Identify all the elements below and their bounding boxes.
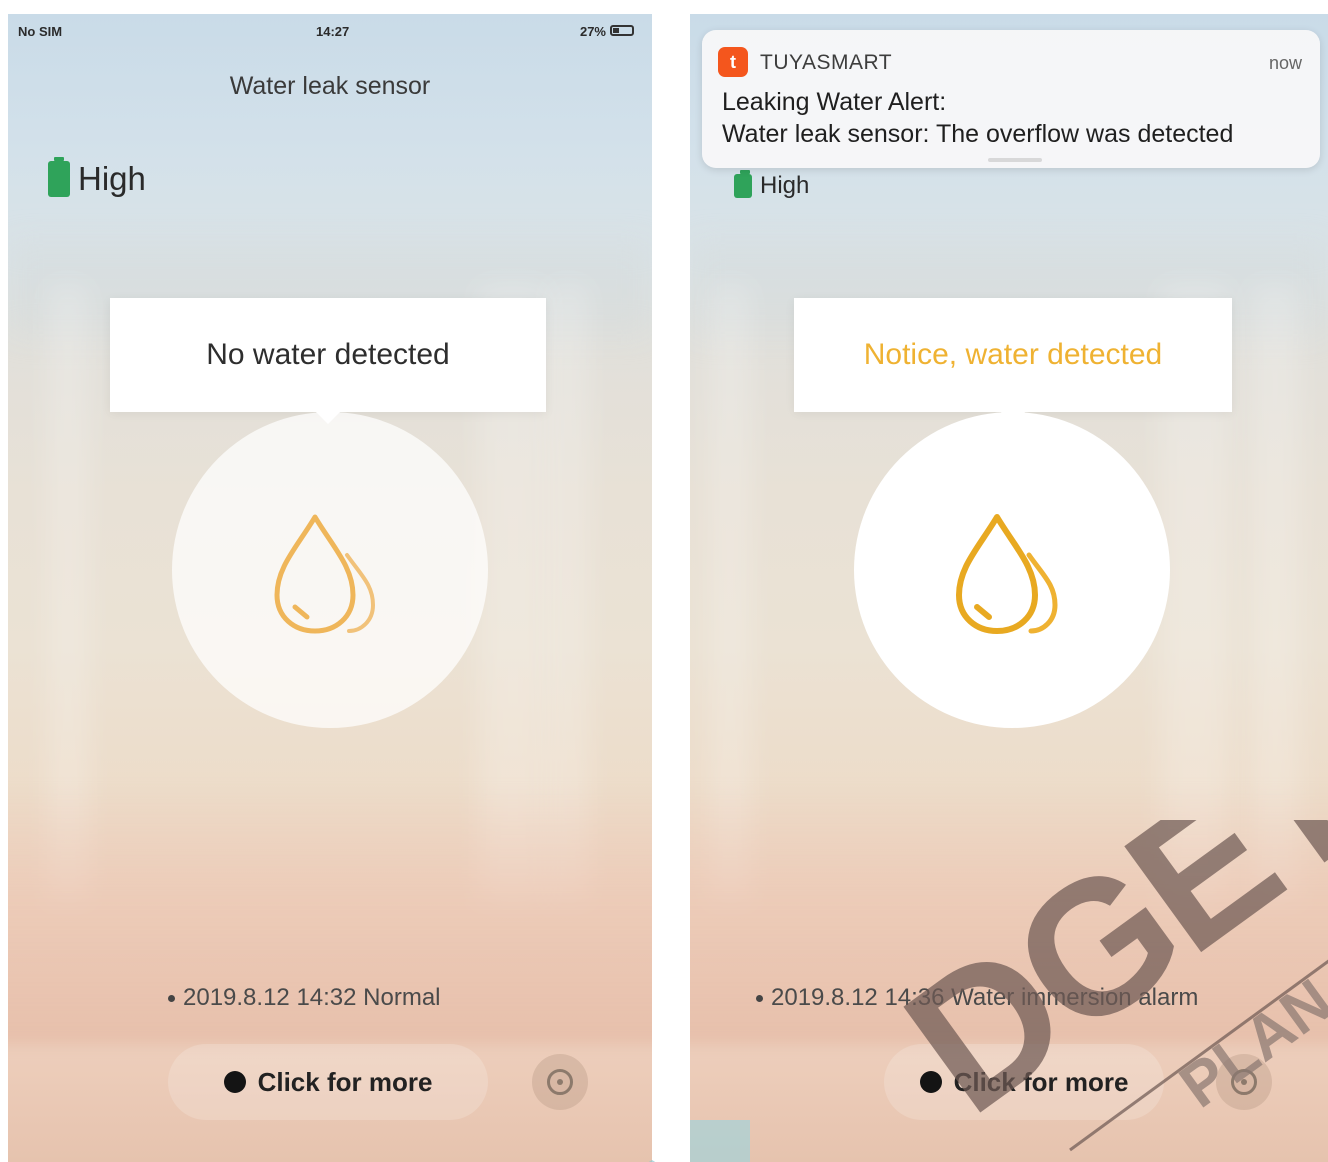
bullet-dot [168, 995, 175, 1003]
battery-level-label: High [760, 172, 810, 199]
status-message: No water detected [206, 338, 450, 371]
battery-level-icon [48, 157, 70, 197]
battery-level: High [734, 170, 810, 200]
click-for-more-button[interactable]: Click for more [884, 1044, 1164, 1120]
notification-app-name: TUYASMART [760, 51, 893, 74]
status-bubble: No water detected [110, 298, 546, 424]
phone-screen-normal: No SIM 14:27 27% Water leak sensor High … [8, 14, 652, 1162]
status-circle [172, 412, 488, 728]
notification-message: Water leak sensor: The overflow was dete… [722, 120, 1234, 148]
tuyasmart-app-icon: t [718, 47, 748, 77]
clock: 14:27 [316, 24, 350, 39]
status-bar: No SIM 14:27 27% [18, 22, 634, 42]
water-drops-icon [956, 514, 1058, 634]
carrier-label: No SIM [18, 24, 63, 39]
latest-record: 2019.8.12 14:32 Normal [168, 984, 441, 1012]
settings-button[interactable] [1216, 1054, 1272, 1110]
notification-time: now [1268, 53, 1302, 73]
push-notification[interactable]: t TUYASMART now Leaking Water Alert: Wat… [702, 30, 1320, 168]
status-circle [854, 412, 1170, 728]
battery-icon [610, 25, 634, 36]
record-text: 2019.8.12 14:32 Normal [183, 984, 441, 1011]
status-message: Notice, water detected [863, 338, 1163, 371]
settings-icon [547, 1069, 573, 1095]
click-for-more-label: Click for more [953, 1066, 1129, 1097]
screenshot-stage: No SIM 14:27 27% Water leak sensor High … [0, 0, 1328, 1162]
water-drops-icon [274, 514, 376, 634]
settings-icon [1231, 1069, 1257, 1095]
battery-level-icon [734, 170, 752, 198]
notification-headline: Leaking Water Alert: [722, 88, 947, 116]
info-dot-icon [919, 1071, 942, 1093]
battery-level: High [48, 157, 146, 198]
click-for-more-button[interactable]: Click for more [168, 1044, 488, 1120]
latest-record: 2019.8.12 14:36 Water immersion alarm [756, 984, 1198, 1012]
battery-level-label: High [78, 160, 146, 197]
status-bubble: Notice, water detected [794, 298, 1232, 424]
phone-screen-alert: High Notice, water detected 2019.8.12 14… [690, 14, 1328, 1162]
click-for-more-label: Click for more [257, 1066, 433, 1097]
settings-button[interactable] [532, 1054, 588, 1110]
page-title: Water leak sensor [229, 72, 431, 100]
record-text: 2019.8.12 14:36 Water immersion alarm [771, 984, 1199, 1011]
info-dot-icon [223, 1071, 246, 1093]
bullet-dot [756, 995, 763, 1003]
battery-percent: 27% [579, 24, 606, 39]
notification-grabber [988, 158, 1042, 162]
